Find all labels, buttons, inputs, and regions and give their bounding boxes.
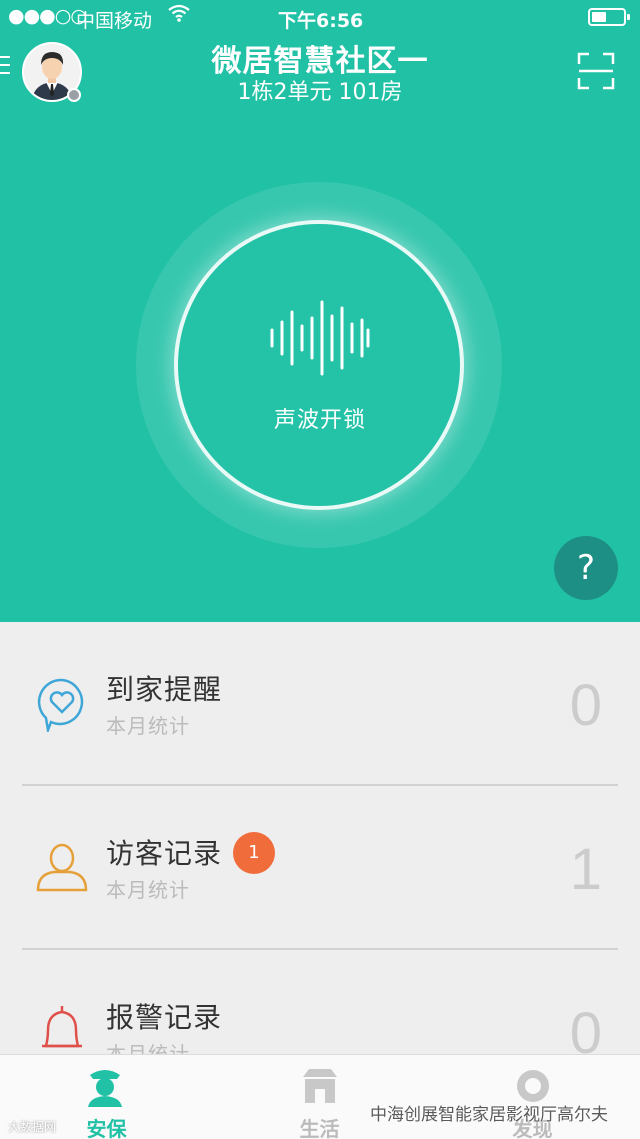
list-item-visitor-records[interactable]: 访客记录 1 本月统计 1 xyxy=(0,786,640,950)
visitor-records-count: 1 xyxy=(569,837,602,902)
visitor-records-sub: 本月统计 xyxy=(106,878,190,902)
stats-list: 到家提醒 本月统计 0 访客记录 1 本月统计 1 报警记录 本月统计 0 xyxy=(0,622,640,1054)
status-time: 下午6:56 xyxy=(278,10,364,32)
battery-icon xyxy=(588,8,630,26)
watermark-left: 大数据网 xyxy=(8,1120,57,1134)
sound-wave-icon xyxy=(268,296,372,380)
home-reminder-label: 到家提醒 xyxy=(106,673,223,706)
store-icon xyxy=(299,1065,341,1107)
alarm-records-count: 0 xyxy=(569,1001,602,1054)
status-bar: ●●●○○ 中国移动 下午6:56 xyxy=(0,0,640,36)
home-reminder-count: 0 xyxy=(569,673,602,738)
tab-bar: 安保 生活 发现 xyxy=(0,1054,640,1139)
help-button[interactable]: ? xyxy=(554,536,618,600)
alarm-records-label: 报警记录 xyxy=(106,1001,223,1034)
top-panel: ●●●○○ 中国移动 下午6:56 微居智慧社区一 1栋2单元 101房 声波开… xyxy=(0,0,640,622)
watermark-right: 中海创展智能家居影视厅高尔夫 xyxy=(370,1105,608,1125)
wifi-icon xyxy=(168,4,190,27)
tab-discover[interactable]: 发现 xyxy=(426,1055,639,1139)
room-address: 1栋2单元 101房 xyxy=(237,80,403,105)
guard-icon xyxy=(84,1065,126,1107)
home-reminder-sub: 本月统计 xyxy=(106,714,190,738)
carrier-name: 中国移动 xyxy=(76,10,153,32)
bell-icon xyxy=(34,1002,90,1054)
sound-unlock-label: 声波开锁 xyxy=(273,408,366,433)
tab-life[interactable]: 生活 xyxy=(213,1055,426,1139)
heart-bubble-icon xyxy=(34,676,90,735)
list-item-home-reminder[interactable]: 到家提醒 本月统计 0 xyxy=(0,622,640,786)
unread-badge: 1 xyxy=(233,832,275,874)
signal-icon: ●●●○○ xyxy=(8,5,87,27)
visitor-icon xyxy=(34,838,90,894)
visitor-records-label: 访客记录 xyxy=(106,837,223,870)
scan-icon[interactable] xyxy=(577,52,615,90)
list-item-alarm-records[interactable]: 报警记录 本月统计 0 xyxy=(0,950,640,1054)
alarm-records-sub: 本月统计 xyxy=(106,1042,190,1054)
